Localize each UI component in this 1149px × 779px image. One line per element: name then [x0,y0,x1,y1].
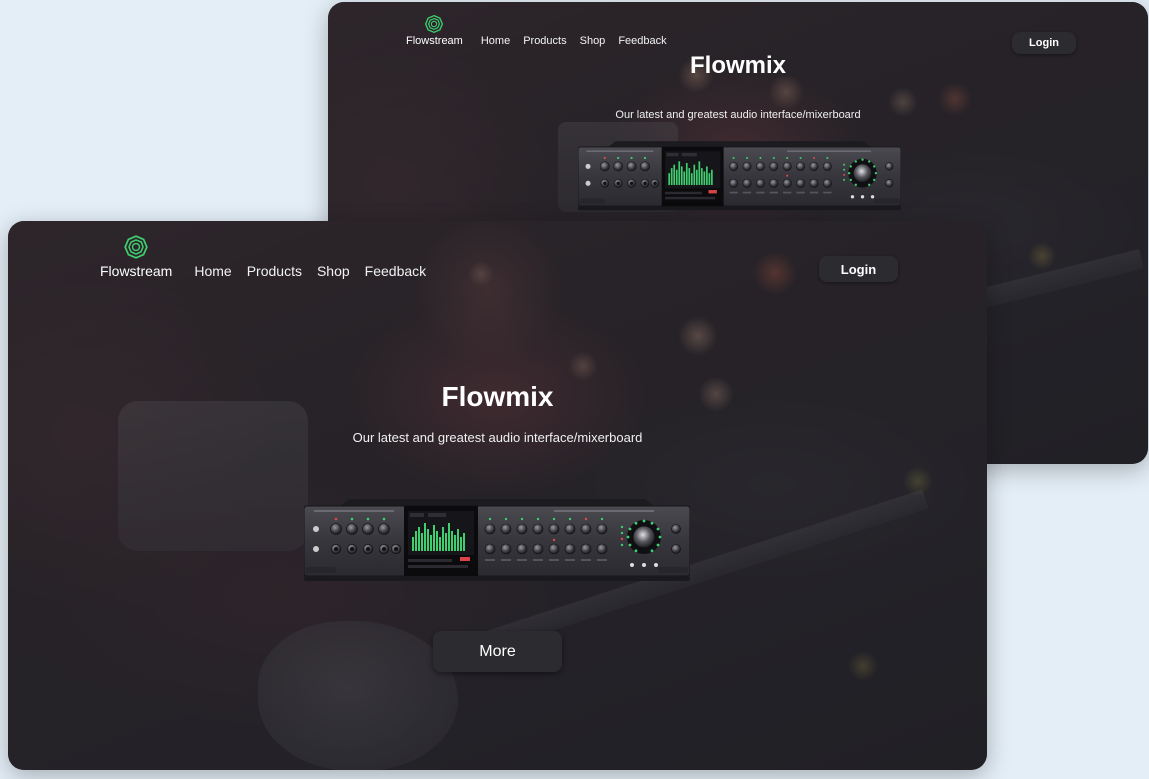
hero-title: Flowmix [441,381,554,412]
navbar: Flowstream Home Products Shop Feedback [100,234,426,279]
mixer-product-image [304,498,690,582]
mixer-product-image [578,140,901,211]
swirl-logo-icon [124,235,148,259]
nav-link-products[interactable]: Products [247,263,302,279]
nav-link-feedback[interactable]: Feedback [365,263,426,279]
brand-logo[interactable]: Flowstream [100,234,172,279]
hero-title: Flowmix [689,52,786,79]
navbar: Flowstream Home Products Shop Feedback [406,14,667,47]
nav-link-shop[interactable]: Shop [317,263,350,279]
nav-link-shop[interactable]: Shop [580,35,606,47]
hero-subtitle: Our latest and greatest audio interface/… [615,109,861,121]
brand-logo[interactable]: Flowstream [406,14,463,47]
nav-link-products[interactable]: Products [523,35,566,47]
nav-link-feedback[interactable]: Feedback [618,35,666,47]
login-button[interactable]: Login [1012,32,1076,54]
front-screenshot-window: Flowstream Home Products Shop Feedback L… [8,221,987,770]
hero-subtitle: Our latest and greatest audio interface/… [352,430,643,445]
more-button[interactable]: More [433,631,562,672]
brand-name: Flowstream [406,35,463,47]
login-button[interactable]: Login [819,256,898,282]
nav-link-home[interactable]: Home [481,35,510,47]
nav-links: Home Products Shop Feedback [194,263,426,279]
brand-name: Flowstream [100,263,173,279]
nav-link-home[interactable]: Home [194,263,231,279]
nav-links: Home Products Shop Feedback [481,35,667,47]
swirl-logo-icon [425,14,444,34]
